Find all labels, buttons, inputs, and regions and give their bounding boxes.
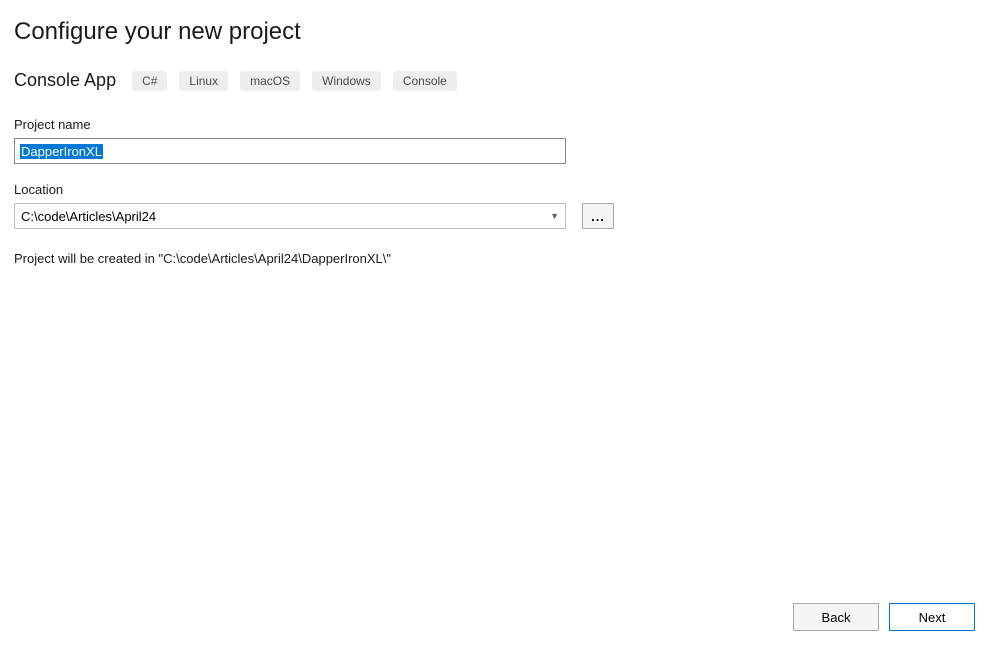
location-value: C:\code\Articles\April24 [21, 209, 156, 224]
project-name-value: DapperIronXL [20, 144, 103, 159]
tag-csharp: C# [132, 71, 167, 91]
page-title: Configure your new project [14, 18, 975, 46]
location-group: Location C:\code\Articles\April24 ▼ ... [14, 182, 975, 229]
footer: Back Next [793, 603, 975, 631]
tag-linux: Linux [179, 71, 228, 91]
project-name-group: Project name DapperIronXL [14, 117, 975, 164]
project-name-input[interactable]: DapperIronXL [14, 138, 566, 164]
tag-console: Console [393, 71, 457, 91]
location-input[interactable]: C:\code\Articles\April24 ▼ [14, 203, 566, 229]
tag-windows: Windows [312, 71, 381, 91]
browse-button[interactable]: ... [582, 203, 614, 229]
project-name-label: Project name [14, 117, 975, 132]
tag-macos: macOS [240, 71, 300, 91]
next-button[interactable]: Next [889, 603, 975, 631]
back-button[interactable]: Back [793, 603, 879, 631]
chevron-down-icon: ▼ [550, 211, 559, 221]
template-row: Console App C# Linux macOS Windows Conso… [14, 70, 975, 91]
location-label: Location [14, 182, 975, 197]
project-path-info: Project will be created in "C:\code\Arti… [14, 251, 975, 266]
template-name: Console App [14, 70, 116, 91]
